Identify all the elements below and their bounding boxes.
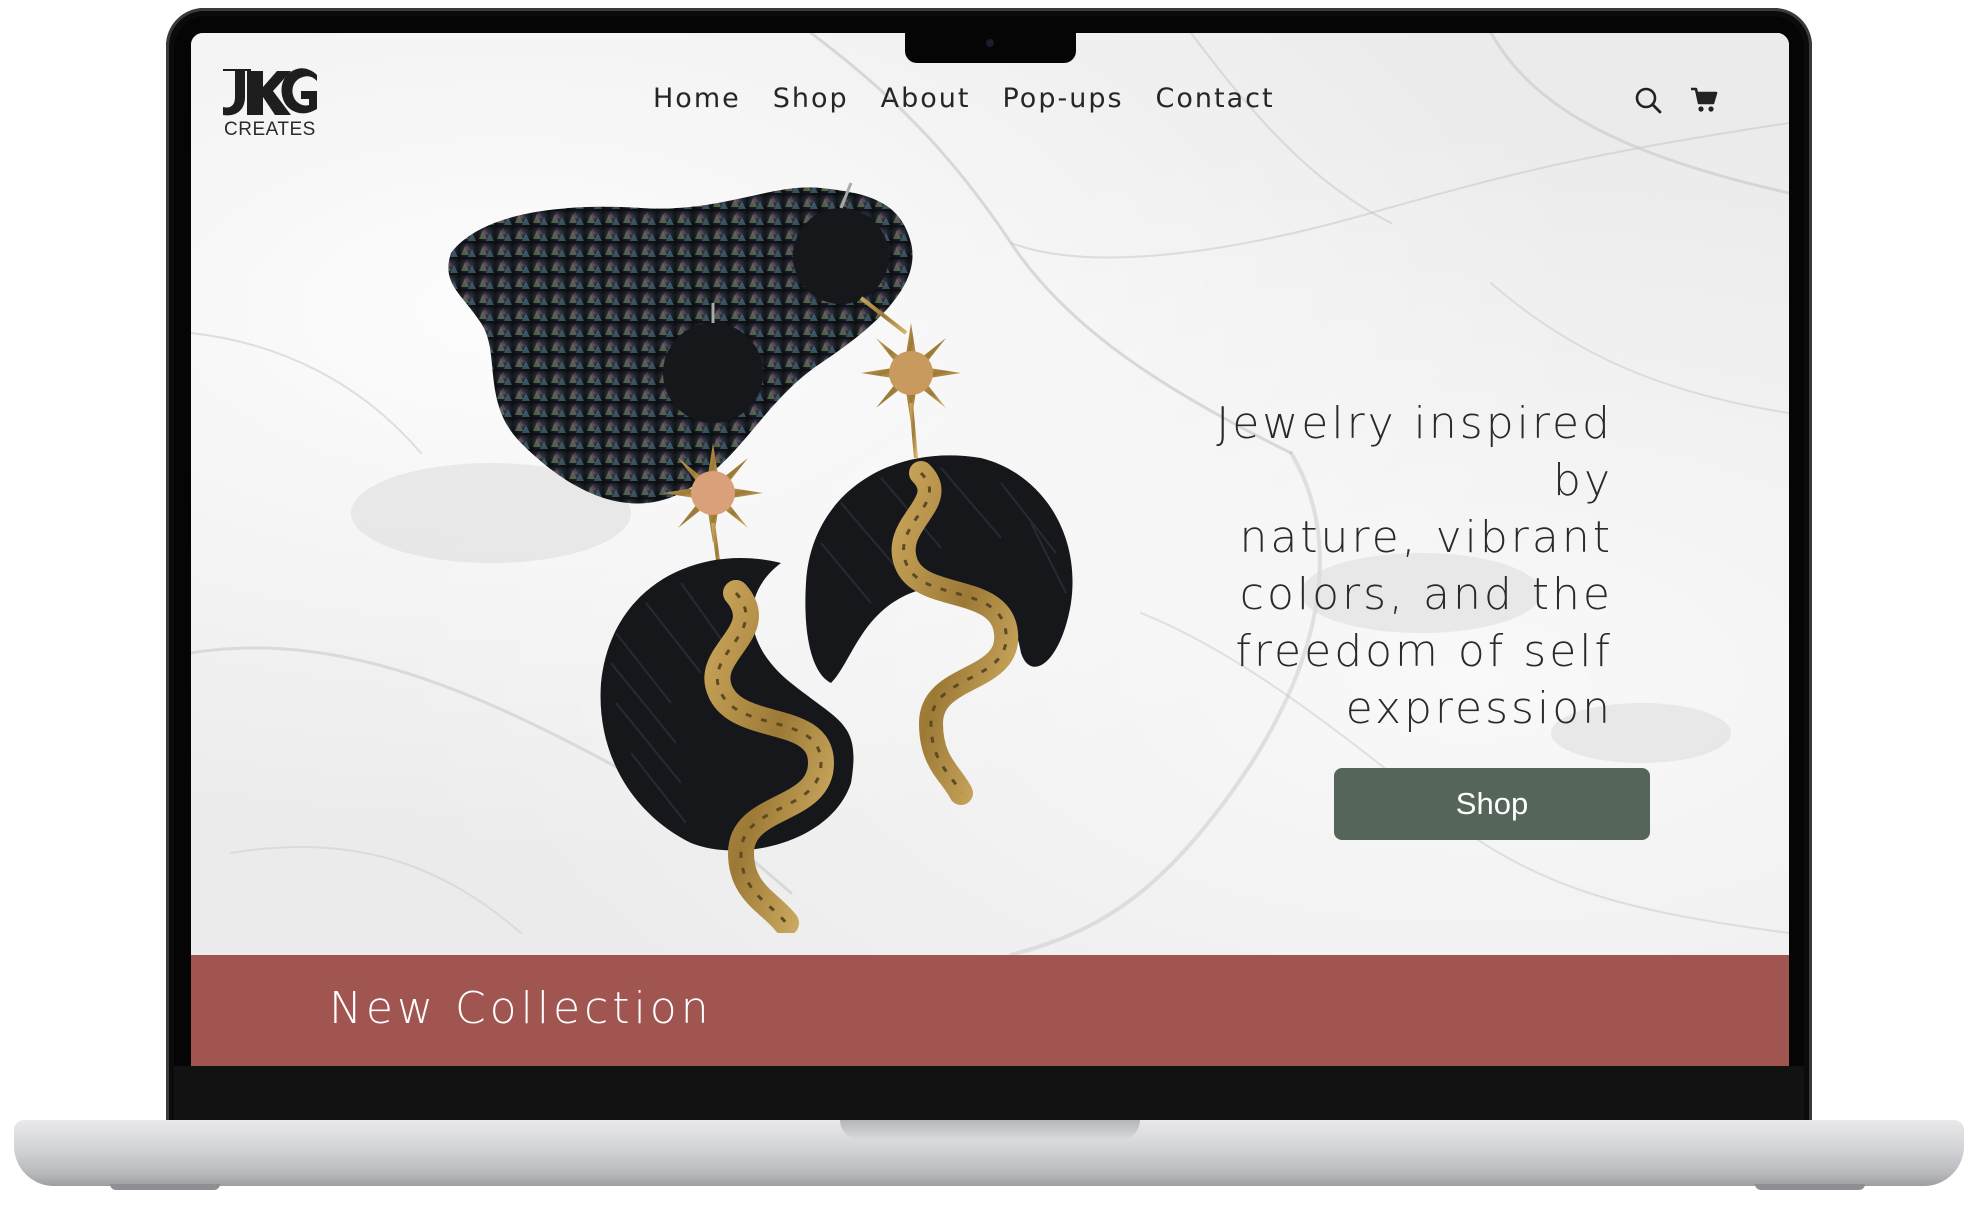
hero-section: CREATES Home Shop About Pop-ups Contact <box>191 33 1789 955</box>
new-collection-banner: New Collection <box>191 955 1789 1066</box>
main-nav: Home Shop About Pop-ups Contact <box>653 83 1275 114</box>
cart-icon[interactable] <box>1689 85 1719 115</box>
laptop-opening-notch <box>840 1120 1140 1140</box>
nav-contact[interactable]: Contact <box>1156 83 1275 114</box>
hero-tagline: Jewelry inspired by nature, vibrant colo… <box>1216 398 1613 734</box>
search-icon[interactable] <box>1633 85 1663 115</box>
website-screen: CREATES Home Shop About Pop-ups Contact <box>191 33 1789 1066</box>
laptop-chin <box>174 1066 1804 1123</box>
nav-shop[interactable]: Shop <box>773 83 849 114</box>
laptop-mockup: CREATES Home Shop About Pop-ups Contact <box>0 0 1971 1213</box>
laptop-foot-left <box>110 1184 220 1190</box>
nav-about[interactable]: About <box>881 83 971 114</box>
logo-wordmark: CREATES <box>224 119 316 140</box>
laptop-foot-right <box>1755 1184 1865 1190</box>
nav-pop-ups[interactable]: Pop-ups <box>1002 83 1123 114</box>
nav-home[interactable]: Home <box>653 83 741 114</box>
brand-logo[interactable]: CREATES <box>217 63 327 143</box>
earrings-product-image <box>448 182 1073 933</box>
shop-button[interactable]: Shop <box>1334 768 1650 840</box>
camera-icon <box>986 39 994 47</box>
camera-notch <box>905 33 1076 63</box>
logo-mark <box>223 68 317 116</box>
banner-title[interactable]: New Collection <box>329 983 713 1034</box>
